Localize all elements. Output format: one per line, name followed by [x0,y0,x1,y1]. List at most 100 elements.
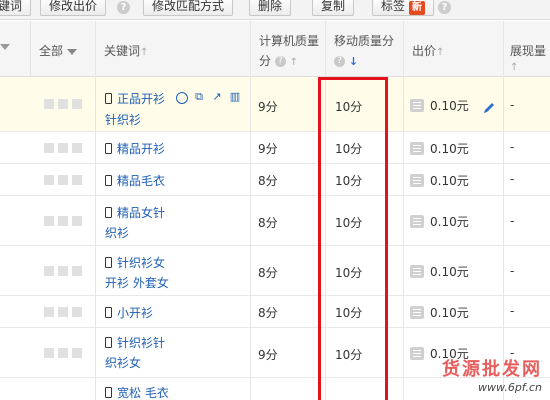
table-row: 正品开衫 针织衫 ⧉ ↗ ▥ 9分 10分 0.10元 - [0,77,550,132]
keyword-link[interactable]: 精品女针 [117,206,165,220]
watermark-main: 货源批发网 [442,359,542,380]
keyword-link-line2[interactable]: 针织衫 [105,111,141,128]
impressions-value: - [510,140,515,154]
placeholder-cell [44,307,54,317]
sort-up-icon: ↑ [140,47,149,58]
tag-label: 标签 [381,0,406,13]
keyword-button[interactable]: 键词 [0,0,32,16]
pc-quality-score: 8分 [258,216,278,230]
copy-button[interactable]: 复制 [312,0,355,16]
watermark: 货源批发网 www.6pf.cn [442,355,542,394]
help-icon[interactable]: ? [274,56,286,67]
bid-icon [410,347,424,360]
delete-label: 删除 [258,0,283,13]
table-row: 精品女针 织衫 8分 10分 0.10元 - [0,196,550,246]
placeholder-cell [72,99,82,109]
phone-icon [105,207,112,218]
edit-icon[interactable] [482,101,496,115]
keyword-link-line2[interactable]: 织衫 [105,224,129,241]
placeholder-cell [72,307,82,317]
placeholder-cell [58,99,68,109]
column-divider [95,21,96,400]
watermark-url: www.6pf.cn [478,381,542,394]
column-divider [503,21,504,400]
placeholder-cell [58,266,68,276]
bid-icon [410,174,424,187]
keyword-link-line2[interactable]: 织衫女 [105,354,141,371]
pc-quality-score: 9分 [258,348,278,362]
header-bid[interactable]: 出价↑ [403,21,503,77]
chart-icon[interactable]: ↗ [211,91,223,103]
keyword-link[interactable]: 精品毛衣 [117,174,165,188]
header-impressions[interactable]: 展现量 ↑ [503,21,550,77]
help-icon[interactable]: ? [334,56,345,67]
column-divider [250,21,251,400]
pc-quality-score: 8分 [258,266,278,280]
header-keyword[interactable]: 关键词↑ [95,21,250,77]
delete-button[interactable]: 删除 [249,0,292,16]
bid-icon [410,99,424,112]
copy-icon[interactable]: ⧉ [193,91,205,103]
edit-match-button[interactable]: 修改匹配方式 [143,0,234,16]
phone-icon [105,307,112,318]
header-mobile-quality[interactable]: 移动质量分 ? ↓ [325,21,403,77]
bid-value: 0.10元 [430,174,469,188]
impressions-value: - [510,264,515,278]
bid-icon [410,142,424,155]
impressions-header-label: 展现量 [510,44,547,58]
toolbar: 键词 修改出价 ? 修改匹配方式 删除 复制 标签新 ? [0,0,550,20]
trash-icon[interactable]: ▥ [229,91,241,103]
placeholder-cell [58,143,68,153]
column-divider [403,21,404,400]
placeholder-cell [72,266,82,276]
chevron-down-icon[interactable] [0,44,10,50]
impressions-value: - [510,304,515,318]
pc-quality-label: 计算机质量 [259,34,320,48]
globe-icon[interactable] [176,92,188,104]
bid-icon [410,306,424,319]
placeholder-cell [44,216,54,226]
placeholder-cell [58,348,68,358]
keyword-link[interactable]: 正品开衫 [117,92,165,106]
keyword-header-label: 关键词 [104,44,141,58]
placeholder-cell [72,143,82,153]
sort-up-icon: ↑ [289,57,299,68]
keyword-link[interactable]: 针织衫针 [117,336,165,350]
sort-down-icon: ↓ [348,55,359,68]
impressions-value: - [510,98,515,112]
pc-quality-label-2: 分 [259,54,272,68]
keyword-link[interactable]: 针织衫女 [117,256,165,270]
keyword-link[interactable]: 精品开衫 [117,142,165,156]
table-row: 精品毛衣 8分 10分 0.10元 - [0,164,550,196]
keyword-link[interactable]: 小开衫 [117,306,153,320]
edit-bid-button[interactable]: 修改出价 [40,0,107,16]
keyword-link-line2[interactable]: 开衫 外套女 [105,274,169,291]
edit-bid-label: 修改出价 [49,0,98,13]
placeholder-cell [58,216,68,226]
pc-quality-score: 8分 [258,306,278,320]
phone-icon [105,143,112,154]
placeholder-cell [44,348,54,358]
table-row: 精品开衫 9分 10分 0.10元 - [0,132,550,164]
help-icon[interactable]: ? [438,1,451,14]
tag-button[interactable]: 标签新 [372,0,435,16]
placeholder-cell [58,307,68,317]
placeholder-cell [72,175,82,185]
pc-quality-score: 9分 [258,100,278,114]
placeholder-cell [72,216,82,226]
pc-quality-score: 8分 [258,174,278,188]
new-badge: 新 [409,1,426,15]
placeholder-cell [44,266,54,276]
header-pc-quality[interactable]: 计算机质量 分 ? ↑ [250,21,325,77]
bid-value: 0.10元 [430,99,469,113]
header-all-filter[interactable]: 全部 [30,21,95,77]
keyword-link[interactable]: 宽松 毛衣 [117,386,169,400]
help-icon[interactable]: ? [117,1,130,14]
table-header: 全部 关键词↑ 计算机质量 分 ? ↑ 移动质量分 ? ↓ 出价↑ 展现量↑ [0,21,550,77]
pc-quality-score: 9分 [258,142,278,156]
edit-match-label: 修改匹配方式 [152,0,225,13]
impressions-value: - [510,214,515,228]
table-row: 针织衫女 开衫 外套女 8分 10分 0.10元 - [0,246,550,296]
phone-icon [105,337,112,348]
bid-value: 0.10元 [430,265,469,279]
